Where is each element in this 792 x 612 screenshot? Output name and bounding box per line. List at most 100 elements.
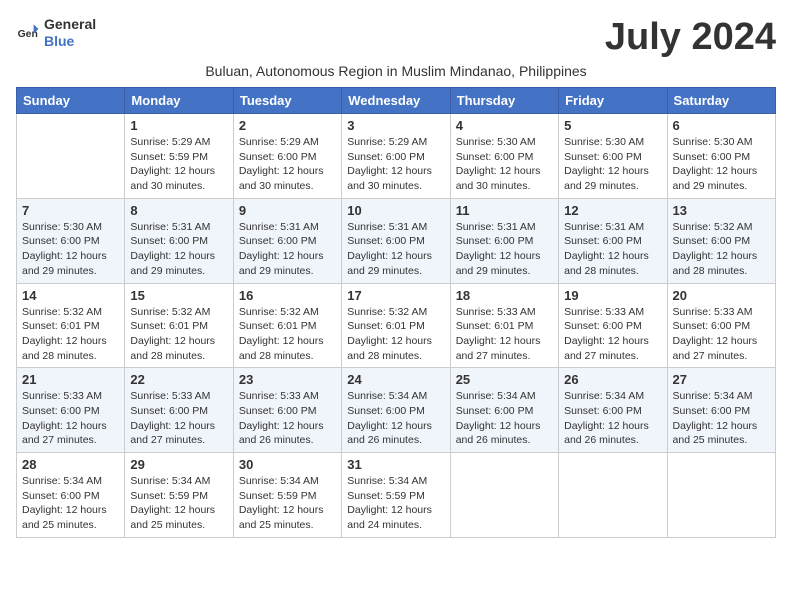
calendar-header-wednesday: Wednesday — [342, 88, 450, 114]
day-number: 28 — [22, 457, 119, 472]
day-number: 10 — [347, 203, 444, 218]
table-row: 1 Sunrise: 5:29 AM Sunset: 5:59 PM Daylig… — [125, 114, 233, 199]
calendar-week-row: 21 Sunrise: 5:33 AM Sunset: 6:00 PM Dayli… — [17, 368, 776, 453]
day-number: 25 — [456, 372, 553, 387]
table-row: 30 Sunrise: 5:34 AM Sunset: 5:59 PM Dayli… — [233, 453, 341, 538]
day-number: 27 — [673, 372, 770, 387]
month-title: July 2024 — [605, 16, 776, 59]
table-row: 11Sunrise: 5:31 AM Sunset: 6:00 PM Dayli… — [450, 198, 558, 283]
calendar-week-row: 14 Sunrise: 5:32 AM Sunset: 6:01 PM Dayli… — [17, 283, 776, 368]
day-number: 11 — [456, 203, 553, 218]
day-info: Sunrise: 5:30 AM Sunset: 6:00 PM Dayligh… — [456, 135, 553, 194]
calendar-header-monday: Monday — [125, 88, 233, 114]
day-info: Sunrise: 5:34 AM Sunset: 6:00 PM Dayligh… — [347, 389, 444, 448]
table-row: 6 Sunrise: 5:30 AM Sunset: 6:00 PM Daylig… — [667, 114, 775, 199]
table-row: 16 Sunrise: 5:32 AM Sunset: 6:01 PM Dayli… — [233, 283, 341, 368]
table-row: 21 Sunrise: 5:33 AM Sunset: 6:00 PM Dayli… — [17, 368, 125, 453]
table-row: 19 Sunrise: 5:33 AM Sunset: 6:00 PM Dayli… — [559, 283, 667, 368]
table-row — [450, 453, 558, 538]
day-number: 26 — [564, 372, 661, 387]
table-row: 4 Sunrise: 5:30 AM Sunset: 6:00 PM Daylig… — [450, 114, 558, 199]
day-info: Sunrise: 5:32 AM Sunset: 6:01 PM Dayligh… — [239, 305, 336, 364]
table-row: 27 Sunrise: 5:34 AM Sunset: 6:00 PM Dayli… — [667, 368, 775, 453]
day-info: Sunrise: 5:33 AM Sunset: 6:00 PM Dayligh… — [564, 305, 661, 364]
day-number: 7 — [22, 203, 119, 218]
table-row: 31 Sunrise: 5:34 AM Sunset: 5:59 PM Dayli… — [342, 453, 450, 538]
day-info: Sunrise: 5:31 AM Sunset: 6:00 PM Dayligh… — [564, 220, 661, 279]
day-info: Sunrise: 5:34 AM Sunset: 6:00 PM Dayligh… — [673, 389, 770, 448]
day-info: Sunrise: 5:32 AM Sunset: 6:01 PM Dayligh… — [347, 305, 444, 364]
day-info: Sunrise: 5:30 AM Sunset: 6:00 PM Dayligh… — [22, 220, 119, 279]
page-header: Gen General Blue July 2024 — [16, 16, 776, 59]
calendar-body: 1 Sunrise: 5:29 AM Sunset: 5:59 PM Daylig… — [17, 114, 776, 538]
day-info: Sunrise: 5:31 AM Sunset: 6:00 PM Dayligh… — [347, 220, 444, 279]
table-row — [559, 453, 667, 538]
day-number: 18 — [456, 288, 553, 303]
table-row: 26Sunrise: 5:34 AM Sunset: 6:00 PM Dayli… — [559, 368, 667, 453]
subtitle: Buluan, Autonomous Region in Muslim Mind… — [16, 63, 776, 79]
day-info: Sunrise: 5:30 AM Sunset: 6:00 PM Dayligh… — [564, 135, 661, 194]
day-info: Sunrise: 5:34 AM Sunset: 5:59 PM Dayligh… — [347, 474, 444, 533]
day-number: 16 — [239, 288, 336, 303]
day-info: Sunrise: 5:33 AM Sunset: 6:01 PM Dayligh… — [456, 305, 553, 364]
day-info: Sunrise: 5:34 AM Sunset: 6:00 PM Dayligh… — [456, 389, 553, 448]
table-row: 24 Sunrise: 5:34 AM Sunset: 6:00 PM Dayli… — [342, 368, 450, 453]
table-row: 8Sunrise: 5:31 AM Sunset: 6:00 PM Daylig… — [125, 198, 233, 283]
day-number: 4 — [456, 118, 553, 133]
table-row: 7 Sunrise: 5:30 AM Sunset: 6:00 PM Daylig… — [17, 198, 125, 283]
day-number: 3 — [347, 118, 444, 133]
day-info: Sunrise: 5:33 AM Sunset: 6:00 PM Dayligh… — [130, 389, 227, 448]
table-row: 15Sunrise: 5:32 AM Sunset: 6:01 PM Dayli… — [125, 283, 233, 368]
day-number: 31 — [347, 457, 444, 472]
calendar-week-row: 28 Sunrise: 5:34 AM Sunset: 6:00 PM Dayli… — [17, 453, 776, 538]
table-row — [17, 114, 125, 199]
day-number: 13 — [673, 203, 770, 218]
table-row: 10 Sunrise: 5:31 AM Sunset: 6:00 PM Dayli… — [342, 198, 450, 283]
day-number: 17 — [347, 288, 444, 303]
day-number: 12 — [564, 203, 661, 218]
calendar-week-row: 7 Sunrise: 5:30 AM Sunset: 6:00 PM Daylig… — [17, 198, 776, 283]
table-row: 12 Sunrise: 5:31 AM Sunset: 6:00 PM Dayli… — [559, 198, 667, 283]
logo-icon: Gen — [16, 21, 40, 45]
table-row: 9 Sunrise: 5:31 AM Sunset: 6:00 PM Daylig… — [233, 198, 341, 283]
day-info: Sunrise: 5:33 AM Sunset: 6:00 PM Dayligh… — [22, 389, 119, 448]
calendar-week-row: 1 Sunrise: 5:29 AM Sunset: 5:59 PM Daylig… — [17, 114, 776, 199]
day-number: 2 — [239, 118, 336, 133]
day-info: Sunrise: 5:29 AM Sunset: 5:59 PM Dayligh… — [130, 135, 227, 194]
day-number: 14 — [22, 288, 119, 303]
day-number: 24 — [347, 372, 444, 387]
day-info: Sunrise: 5:32 AM Sunset: 6:00 PM Dayligh… — [673, 220, 770, 279]
day-info: Sunrise: 5:31 AM Sunset: 6:00 PM Dayligh… — [239, 220, 336, 279]
day-info: Sunrise: 5:34 AM Sunset: 5:59 PM Dayligh… — [239, 474, 336, 533]
day-info: Sunrise: 5:30 AM Sunset: 6:00 PM Dayligh… — [673, 135, 770, 194]
day-info: Sunrise: 5:31 AM Sunset: 6:00 PM Dayligh… — [130, 220, 227, 279]
day-number: 1 — [130, 118, 227, 133]
table-row: 20Sunrise: 5:33 AM Sunset: 6:00 PM Dayli… — [667, 283, 775, 368]
table-row: 17 Sunrise: 5:32 AM Sunset: 6:01 PM Dayli… — [342, 283, 450, 368]
table-row: 18 Sunrise: 5:33 AM Sunset: 6:01 PM Dayli… — [450, 283, 558, 368]
logo-line2: Blue — [44, 33, 96, 50]
day-number: 21 — [22, 372, 119, 387]
day-number: 6 — [673, 118, 770, 133]
table-row: 25 Sunrise: 5:34 AM Sunset: 6:00 PM Dayli… — [450, 368, 558, 453]
day-number: 30 — [239, 457, 336, 472]
table-row: 28 Sunrise: 5:34 AM Sunset: 6:00 PM Dayli… — [17, 453, 125, 538]
table-row: 13 Sunrise: 5:32 AM Sunset: 6:00 PM Dayli… — [667, 198, 775, 283]
table-row — [667, 453, 775, 538]
day-number: 20 — [673, 288, 770, 303]
day-info: Sunrise: 5:32 AM Sunset: 6:01 PM Dayligh… — [22, 305, 119, 364]
table-row: 5Sunrise: 5:30 AM Sunset: 6:00 PM Daylig… — [559, 114, 667, 199]
table-row: 22 Sunrise: 5:33 AM Sunset: 6:00 PM Dayli… — [125, 368, 233, 453]
day-info: Sunrise: 5:34 AM Sunset: 6:00 PM Dayligh… — [22, 474, 119, 533]
day-info: Sunrise: 5:33 AM Sunset: 6:00 PM Dayligh… — [239, 389, 336, 448]
day-number: 22 — [130, 372, 227, 387]
table-row: 23Sunrise: 5:33 AM Sunset: 6:00 PM Dayli… — [233, 368, 341, 453]
table-row: 14 Sunrise: 5:32 AM Sunset: 6:01 PM Dayli… — [17, 283, 125, 368]
day-number: 29 — [130, 457, 227, 472]
day-number: 9 — [239, 203, 336, 218]
day-number: 19 — [564, 288, 661, 303]
day-info: Sunrise: 5:29 AM Sunset: 6:00 PM Dayligh… — [239, 135, 336, 194]
calendar-header-row: SundayMondayTuesdayWednesdayThursdayFrid… — [17, 88, 776, 114]
day-info: Sunrise: 5:34 AM Sunset: 5:59 PM Dayligh… — [130, 474, 227, 533]
calendar-header-thursday: Thursday — [450, 88, 558, 114]
